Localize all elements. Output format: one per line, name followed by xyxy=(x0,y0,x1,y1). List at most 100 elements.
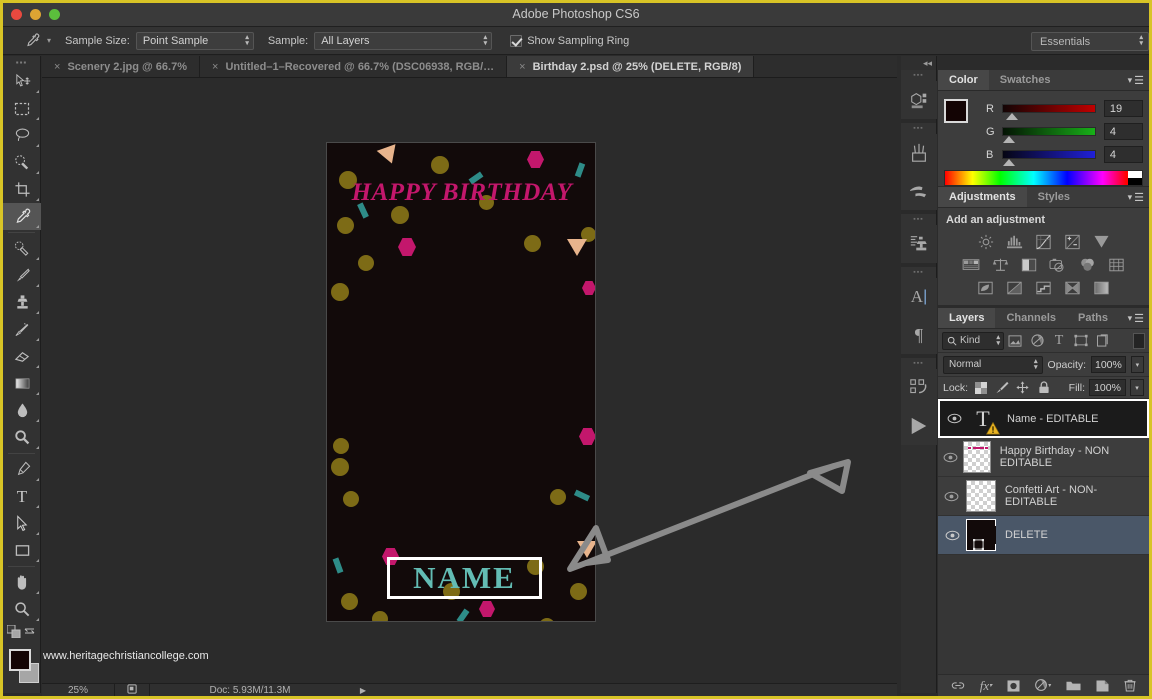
close-icon[interactable]: × xyxy=(519,61,525,73)
color-panel-menu-icon[interactable]: ▾ ☰ xyxy=(1128,74,1144,87)
tool-more-icon[interactable] xyxy=(36,591,39,594)
tool-more-icon[interactable] xyxy=(36,618,39,621)
shape-layer-filter-icon[interactable] xyxy=(1070,331,1092,351)
tool-more-icon[interactable] xyxy=(36,144,39,147)
fill-value[interactable]: 100% xyxy=(1089,379,1126,396)
history-icon[interactable] xyxy=(901,369,937,407)
color-swatches[interactable] xyxy=(3,645,41,691)
curves-icon[interactable] xyxy=(1033,232,1054,251)
table-row[interactable]: DELETE xyxy=(938,516,1149,555)
layer-name[interactable]: Name - EDITABLE xyxy=(1007,413,1099,425)
adjustments-panel-menu-icon[interactable]: ▾ ☰ xyxy=(1128,191,1144,204)
kind-stepper-icon[interactable]: ▴ ▾ xyxy=(996,334,1000,347)
sample-select[interactable]: All Layers ▴ ▾ xyxy=(314,31,493,50)
rectangle-tool[interactable] xyxy=(3,537,41,564)
new-adjustment-layer-icon[interactable]: ▾ xyxy=(1035,679,1051,692)
tool-more-icon[interactable] xyxy=(36,171,39,174)
swap-colors-icon[interactable] xyxy=(24,625,37,640)
blend-mode-stepper-icon[interactable]: ▴ ▾ xyxy=(1034,358,1038,371)
document-tab-birthday[interactable]: × Birthday 2.psd @ 25% (DELETE, RGB/8) xyxy=(507,56,755,77)
paragraph-icon[interactable]: ¶ xyxy=(901,316,937,354)
hue-saturation-icon[interactable] xyxy=(961,255,982,274)
tool-more-icon[interactable] xyxy=(36,338,39,341)
tool-more-icon[interactable] xyxy=(36,559,39,562)
dock-grip[interactable]: ▪▪▪ xyxy=(901,123,936,134)
channel-mixer-icon[interactable] xyxy=(1077,255,1098,274)
tool-more-icon[interactable] xyxy=(36,446,39,449)
color-balance-icon[interactable] xyxy=(990,255,1011,274)
g-slider[interactable] xyxy=(1001,127,1096,143)
sample-stepper-icon[interactable]: ▴ ▾ xyxy=(484,34,488,47)
blend-mode-select[interactable]: Normal ▴ ▾ xyxy=(943,355,1043,374)
clone-stamp-tool[interactable] xyxy=(3,289,41,316)
name-text-selection-box[interactable]: NAME xyxy=(387,557,542,599)
tool-more-icon[interactable] xyxy=(36,90,39,93)
filter-toggle-switch[interactable] xyxy=(1133,332,1145,349)
levels-icon[interactable] xyxy=(1004,232,1025,251)
photo-filter-icon[interactable] xyxy=(1048,255,1069,274)
g-value[interactable]: 4 xyxy=(1103,123,1143,140)
brush-icon[interactable] xyxy=(901,172,937,210)
tab-swatches[interactable]: Swatches xyxy=(989,70,1062,90)
gradient-tool[interactable] xyxy=(3,370,41,397)
link-layers-icon[interactable] xyxy=(951,680,965,691)
tab-color[interactable]: Color xyxy=(938,70,989,90)
g-slider-thumb[interactable] xyxy=(1002,136,1015,143)
sample-size-stepper-icon[interactable]: ▴ ▾ xyxy=(245,34,249,47)
brush-tool[interactable] xyxy=(3,262,41,289)
dock-grip[interactable]: ▪▪▪ xyxy=(901,214,936,225)
quick-selection-tool[interactable] xyxy=(3,149,41,176)
smart-object-filter-icon[interactable] xyxy=(1092,331,1114,351)
layer-visibility-icon[interactable] xyxy=(938,452,963,463)
zoom-tool[interactable] xyxy=(3,596,41,623)
tab-layers[interactable]: Layers xyxy=(938,308,996,328)
layer-thumbnail[interactable] xyxy=(965,480,996,512)
layer-thumbnail[interactable] xyxy=(963,441,991,473)
canvas-area[interactable]: HAPPY BIRTHDAY NAME www.heritagechristia… xyxy=(42,78,897,683)
vibrance-icon[interactable] xyxy=(1091,232,1112,251)
black-white-icon[interactable] xyxy=(1019,255,1040,274)
timeline-play-icon[interactable] xyxy=(901,407,937,445)
happy-birthday-text[interactable]: HAPPY BIRTHDAY xyxy=(327,179,595,207)
zoom-level[interactable]: 25% xyxy=(42,685,114,696)
play-arrow-icon[interactable]: ▶ xyxy=(350,686,376,695)
table-row[interactable]: Confetti Art - NON-EDITABLE xyxy=(938,477,1149,516)
b-value[interactable]: 4 xyxy=(1103,146,1143,163)
gradient-map-icon[interactable] xyxy=(1062,278,1083,297)
character-icon[interactable]: A | xyxy=(901,278,937,316)
tool-more-icon[interactable] xyxy=(36,392,39,395)
dock-grip[interactable]: ▪▪▪ xyxy=(901,70,936,81)
lasso-tool[interactable] xyxy=(3,122,41,149)
tool-preset-caret-icon[interactable]: ▾ xyxy=(47,36,51,45)
tab-channels[interactable]: Channels xyxy=(995,308,1067,328)
workspace-stepper-icon[interactable]: ▴ ▾ xyxy=(1139,34,1143,47)
lock-image-pixels-icon[interactable] xyxy=(993,379,1010,396)
type-tool[interactable]: T xyxy=(3,483,41,510)
default-colors-icon[interactable] xyxy=(6,624,21,641)
selective-color-icon[interactable] xyxy=(1091,278,1112,297)
layer-mask-icon[interactable] xyxy=(1007,679,1020,692)
delete-layer-icon[interactable] xyxy=(1124,679,1136,692)
layer-name[interactable]: DELETE xyxy=(1005,529,1048,541)
threshold-icon[interactable] xyxy=(1033,278,1054,297)
opacity-value[interactable]: 100% xyxy=(1091,356,1126,373)
tool-more-icon[interactable] xyxy=(36,311,39,314)
blur-tool[interactable] xyxy=(3,397,41,424)
opacity-dropdown-icon[interactable]: ▾ xyxy=(1130,356,1144,373)
name-text[interactable]: NAME xyxy=(413,560,516,596)
color-spectrum-ramp[interactable] xyxy=(944,170,1143,186)
move-tool[interactable] xyxy=(3,68,41,95)
layer-name[interactable]: Happy Birthday - NON EDITABLE xyxy=(1000,445,1149,469)
tool-more-icon[interactable] xyxy=(36,505,39,508)
foreground-color-swatch[interactable] xyxy=(944,99,968,123)
clone-source-icon[interactable] xyxy=(901,225,937,263)
tool-more-icon[interactable] xyxy=(36,284,39,287)
sample-size-select[interactable]: Point Sample ▴ ▾ xyxy=(135,31,254,50)
tool-more-icon[interactable] xyxy=(36,532,39,535)
crop-tool[interactable] xyxy=(3,176,41,203)
lock-all-icon[interactable] xyxy=(1035,379,1052,396)
layer-style-fx-icon[interactable]: fx ▾ xyxy=(980,678,992,694)
r-value[interactable]: 19 xyxy=(1103,100,1143,117)
lock-position-icon[interactable] xyxy=(1014,379,1031,396)
tool-more-icon[interactable] xyxy=(36,478,39,481)
